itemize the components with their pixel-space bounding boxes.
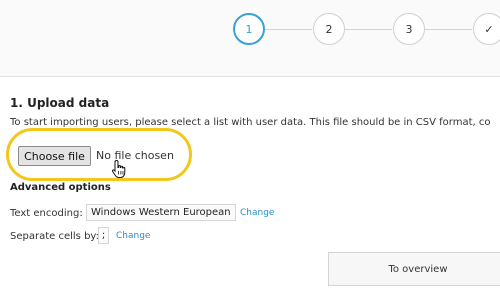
intro-text: To start importing users, please select … [10, 117, 491, 128]
step-3[interactable]: 3 [393, 13, 425, 45]
step-done[interactable]: ✓ [473, 13, 500, 45]
text-encoding-value: Windows Western European [86, 204, 236, 221]
step-2[interactable]: 2 [313, 13, 345, 45]
step-1[interactable]: 1 [233, 13, 265, 45]
text-encoding-label: Text encoding: [10, 208, 83, 219]
change-separator-link[interactable]: Change [116, 231, 150, 241]
separator-value: ; [98, 227, 109, 244]
to-overview-button[interactable]: To overview [328, 252, 500, 286]
step-connector [345, 29, 392, 30]
choose-file-button[interactable]: Choose file [18, 146, 91, 166]
step-connector [265, 29, 312, 30]
file-status-text: No file chosen [96, 149, 174, 162]
section-title: 1. Upload data [10, 96, 110, 110]
wizard-stepper: 1 2 3 ✓ [0, 0, 500, 77]
change-encoding-link[interactable]: Change [240, 208, 274, 218]
advanced-options-title: Advanced options [10, 182, 111, 193]
hand-pointer-icon [111, 159, 126, 178]
separator-label: Separate cells by: [10, 231, 99, 242]
step-connector [425, 29, 472, 30]
